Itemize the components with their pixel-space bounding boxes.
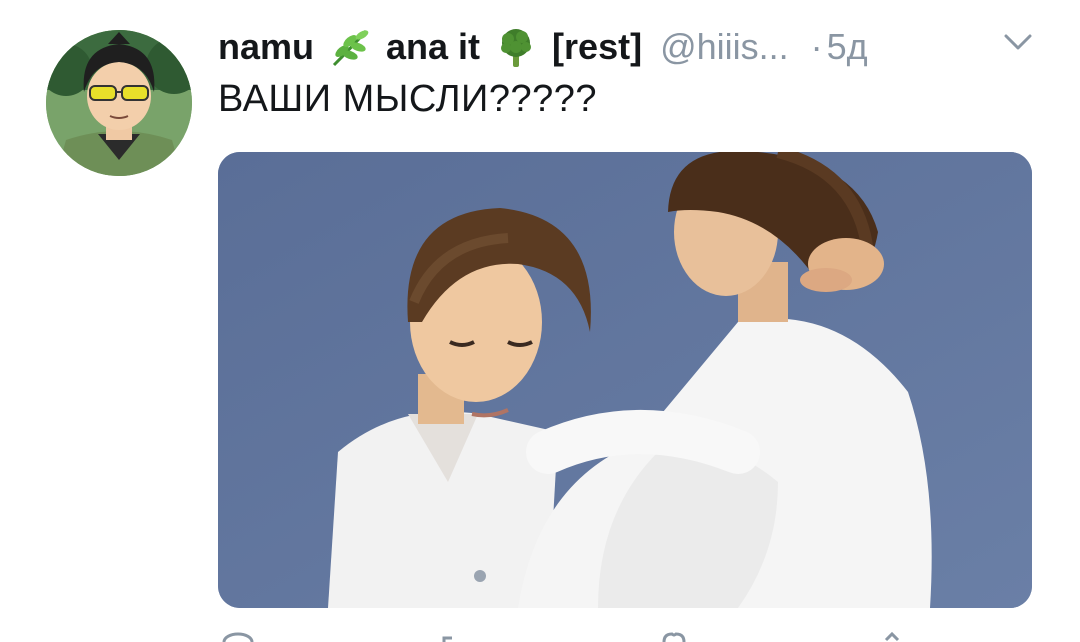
reply-icon[interactable]: [218, 626, 258, 642]
user-handle[interactable]: @hiiis...: [660, 26, 789, 68]
avatar[interactable]: [46, 30, 192, 176]
timestamp[interactable]: 5д: [827, 26, 868, 68]
retweet-icon[interactable]: [436, 626, 476, 642]
like-icon[interactable]: [654, 626, 694, 642]
tweet-header: namu ana it [rest] @hiiis... · 5д: [218, 22, 868, 72]
chevron-down-icon[interactable]: [1000, 30, 1036, 54]
broccoli-emoji-icon: [494, 25, 538, 69]
tweet-image[interactable]: [218, 152, 1032, 608]
tweet-text: ВАШИ МЫСЛИ?????: [218, 78, 598, 120]
display-name-part-1[interactable]: namu: [218, 26, 314, 68]
display-name-part-3[interactable]: [rest]: [552, 26, 642, 68]
separator-dot: ·: [810, 26, 823, 67]
tweet[interactable]: namu ana it [rest] @hiiis... · 5д ВАШИ М…: [0, 0, 1080, 642]
display-name-part-2[interactable]: ana it: [386, 26, 480, 68]
herb-emoji-icon: [328, 25, 372, 69]
share-icon[interactable]: [872, 626, 912, 642]
tweet-actions: [218, 626, 1032, 642]
